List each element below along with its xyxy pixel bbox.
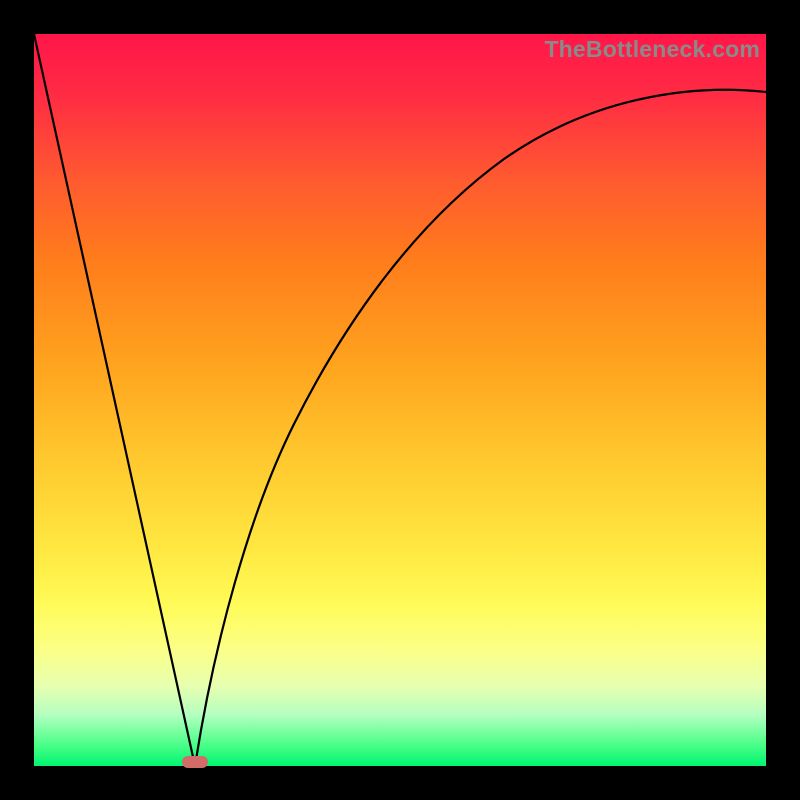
bottleneck-marker <box>182 756 208 768</box>
chart-plot-area: TheBottleneck.com <box>34 34 766 766</box>
watermark-text: TheBottleneck.com <box>544 36 760 63</box>
curve-path <box>34 34 766 766</box>
bottleneck-curve <box>34 34 766 766</box>
chart-stage: TheBottleneck.com <box>0 0 800 800</box>
